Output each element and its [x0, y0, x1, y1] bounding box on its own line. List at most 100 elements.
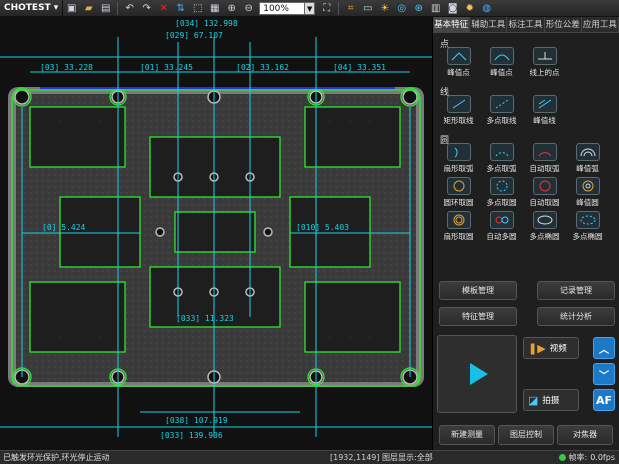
- globe-icon[interactable]: ◍: [479, 1, 494, 15]
- capture-icon: ◪: [528, 393, 539, 407]
- record-manage-button[interactable]: 记录管理: [537, 281, 615, 300]
- sun-icon[interactable]: ✹: [462, 1, 477, 15]
- video-icon: ❚▶: [528, 341, 546, 355]
- tool-point-on-line[interactable]: 线上的点: [523, 47, 566, 81]
- grid-icon[interactable]: ▦: [207, 1, 222, 15]
- auto-circle-icon: [532, 177, 557, 195]
- peak-line-icon: [532, 95, 557, 113]
- focus-button[interactable]: 对焦器: [557, 425, 613, 445]
- move-down-button[interactable]: ﹀: [593, 363, 615, 385]
- panel-tabs: 基本特征 辅助工具 标注工具 形位公差 应用工具: [433, 17, 619, 33]
- tool-multipoint-ellipse-2[interactable]: 多点椭圆: [566, 211, 609, 245]
- light-icon[interactable]: ☀: [377, 1, 392, 15]
- dim-label: [034] 132.998: [175, 19, 238, 28]
- ellipse-icon: [575, 211, 600, 229]
- layer-control-button[interactable]: 图层控制: [498, 425, 554, 445]
- tool-label: 扇形取圆: [443, 232, 474, 241]
- tool-peak-line[interactable]: 峰值线: [523, 95, 566, 129]
- redo-icon[interactable]: ↷: [139, 1, 154, 15]
- tool-peak-point-2[interactable]: 峰值点: [480, 47, 523, 81]
- multipoint-circle-icon: [489, 177, 514, 195]
- tool-auto-arc[interactable]: 自动取弧: [523, 143, 566, 177]
- run-button[interactable]: [437, 335, 517, 413]
- sort-icon[interactable]: ⇅: [173, 1, 188, 15]
- tab-basic-features[interactable]: 基本特征: [433, 17, 471, 32]
- delete-icon[interactable]: ✕: [156, 1, 171, 15]
- line-tools: 矩形取线 多点取线 峰值线: [433, 95, 619, 129]
- play-icon: [470, 363, 488, 385]
- tool-peak-circle[interactable]: 峰值圆: [566, 177, 609, 211]
- tab-aux-tools[interactable]: 辅助工具: [470, 17, 508, 32]
- tool-label: 自动取弧: [529, 164, 560, 173]
- section-line-title: 线: [440, 88, 450, 98]
- video-label: 视频: [549, 344, 567, 354]
- tab-app-tools[interactable]: 应用工具: [582, 17, 619, 32]
- tool-rect-line[interactable]: 矩形取线: [437, 95, 480, 129]
- status-dot-icon: [558, 454, 566, 461]
- tool-sector-circle[interactable]: 扇形取圆: [437, 211, 480, 245]
- fit-icon[interactable]: ⛶: [319, 1, 334, 15]
- zoom-select[interactable]: 100%: [259, 1, 306, 15]
- sector-circle-icon: [446, 211, 471, 229]
- peak-circle-icon: [575, 177, 600, 195]
- tool-multipoint-ellipse[interactable]: 多点椭圆: [523, 211, 566, 245]
- template-manage-button[interactable]: 模板管理: [439, 281, 517, 300]
- tool-sector-arc[interactable]: 扇形取弧: [437, 143, 480, 177]
- select-icon[interactable]: ⬚: [190, 1, 205, 15]
- tool-peak-point[interactable]: 峰值点: [437, 47, 480, 81]
- tool-multipoint-line[interactable]: 多点取线: [480, 95, 523, 129]
- tool-label: 圆环取圆: [443, 198, 474, 207]
- chevron-down-icon: ▾: [53, 3, 59, 13]
- target-icon[interactable]: ⊛: [411, 1, 426, 15]
- dim-label: [0] 5.424: [42, 223, 86, 232]
- point-tools: 峰值点 峰值点 线上的点: [433, 47, 619, 81]
- ring-light-icon[interactable]: ◎: [394, 1, 409, 15]
- tab-annotation-tools[interactable]: 标注工具: [507, 17, 545, 32]
- video-button[interactable]: ❚▶ 视频: [523, 337, 579, 359]
- open-icon[interactable]: ▰: [81, 1, 96, 15]
- dim-label: [02] 33.162: [236, 63, 289, 72]
- capture-button[interactable]: ◪ 拍摄: [523, 389, 579, 411]
- app-window: CHOTEST ▾ ▣ ▰ ▤ ↶ ↷ ✕ ⇅ ⬚ ▦ ⊕ ⊖ 100% ▼ ⛶ …: [0, 0, 619, 464]
- app-name: CHOTEST: [4, 3, 51, 13]
- dim-label: [038] 107.919: [165, 416, 228, 425]
- tool-multipoint-arc[interactable]: 多点取弧: [480, 143, 523, 177]
- stats-analysis-button[interactable]: 统计分析: [537, 307, 615, 326]
- save-icon[interactable]: ▣: [64, 1, 79, 15]
- feature-manage-button[interactable]: 特征管理: [439, 307, 517, 326]
- camera-icon[interactable]: ◙: [445, 1, 460, 15]
- dim-label: [029] 67.107: [165, 31, 223, 40]
- undo-icon[interactable]: ↶: [122, 1, 137, 15]
- tool-peak-arc[interactable]: 峰值弧: [566, 143, 609, 177]
- tool-label: 线上的点: [529, 68, 560, 77]
- move-up-button[interactable]: ︿: [593, 337, 615, 359]
- tab-gdt[interactable]: 形位公差: [545, 17, 582, 32]
- tool-auto-circle[interactable]: 自动取圆: [523, 177, 566, 211]
- measurement-canvas[interactable]: [034] 132.998 [029] 67.107 [03] 33.228 […: [0, 17, 432, 450]
- zoom-out-icon[interactable]: ⊖: [241, 1, 256, 15]
- export-icon[interactable]: ▤: [98, 1, 113, 15]
- zoom-dropdown-icon[interactable]: ▼: [305, 1, 316, 15]
- tool-multipoint-circle[interactable]: 多点取圆: [480, 177, 523, 211]
- ruler-icon[interactable]: ▭: [360, 1, 375, 15]
- new-measure-button[interactable]: 新建测量: [439, 425, 495, 445]
- circle-tools: 扇形取弧 多点取弧 自动取弧 峰值弧 圆环取圆 多点取圆 自动取圆 峰值圆 扇形…: [433, 143, 619, 245]
- measure-icon[interactable]: ⌗: [343, 1, 358, 15]
- dim-label: [03] 33.228: [40, 63, 93, 72]
- auto-focus-button[interactable]: AF: [593, 389, 615, 411]
- peak-arc-icon: [575, 143, 600, 161]
- app-menu[interactable]: CHOTEST ▾: [0, 0, 64, 17]
- section-circle-title: 圆: [440, 136, 450, 146]
- dim-label: [01] 33.245: [140, 63, 193, 72]
- table-icon[interactable]: ▥: [428, 1, 443, 15]
- tool-auto-multi-circle[interactable]: 自动多圆: [480, 211, 523, 245]
- zoom-in-icon[interactable]: ⊕: [224, 1, 239, 15]
- tool-label: 多点椭圆: [529, 232, 560, 241]
- main-toolbar: CHOTEST ▾ ▣ ▰ ▤ ↶ ↷ ✕ ⇅ ⬚ ▦ ⊕ ⊖ 100% ▼ ⛶ …: [0, 0, 619, 17]
- camera-image-view[interactable]: [034] 132.998 [029] 67.107 [03] 33.228 […: [0, 17, 432, 450]
- tool-ring-circle[interactable]: 圆环取圆: [437, 177, 480, 211]
- dim-label: [033] 11.323: [176, 314, 234, 323]
- tool-label: 多点取线: [486, 116, 517, 125]
- fps-label: 帧率:: [568, 453, 588, 462]
- dim-label: [04] 33.351: [333, 63, 386, 72]
